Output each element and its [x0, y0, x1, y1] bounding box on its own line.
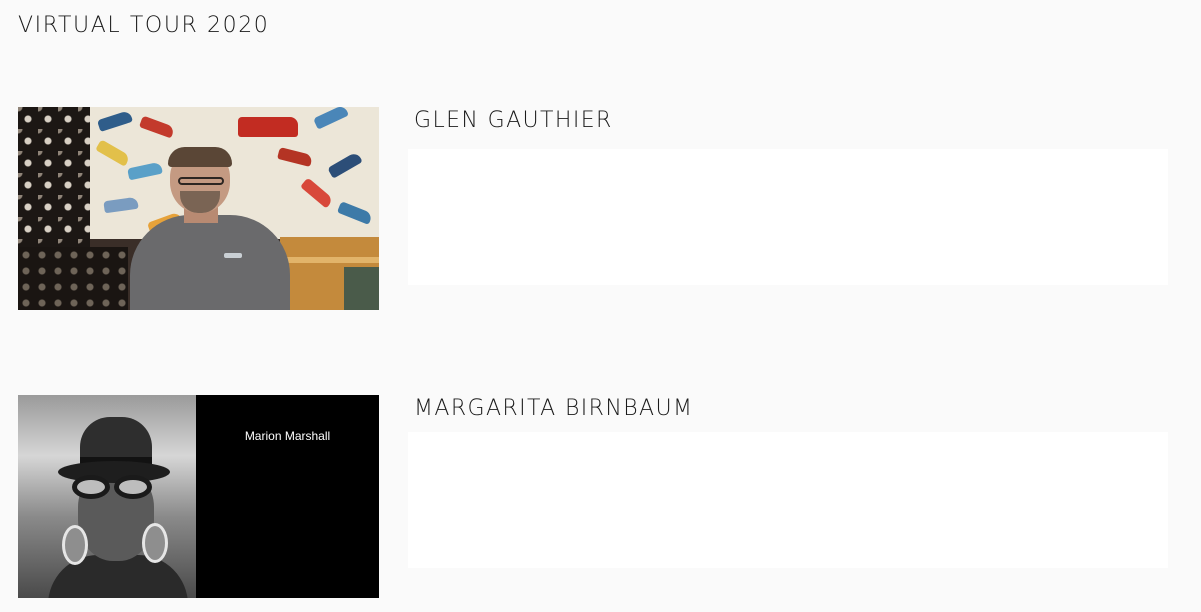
curtain-lower	[18, 247, 128, 310]
thumbnail-caption: Marion Marshall	[244, 429, 331, 443]
person-torso	[130, 215, 290, 310]
shirt-pocket	[224, 253, 242, 258]
glasses-left-lens	[72, 475, 110, 499]
name-card-background	[196, 395, 379, 598]
video-thumbnail-margarita-birnbaum[interactable]: Marion Marshall	[18, 395, 379, 598]
page-title: VIRTUAL TOUR 2020	[18, 13, 270, 38]
glasses-right-lens	[114, 475, 152, 499]
easel-bar	[280, 257, 379, 263]
person-hair	[168, 147, 232, 167]
earring-left	[62, 525, 88, 565]
artist-description-panel	[408, 432, 1168, 568]
page: VIRTUAL TOUR 2020 GLEN GAUTHIER Marion M…	[0, 0, 1201, 612]
artist-name[interactable]: MARGARITA BIRNBAUM	[414, 395, 693, 423]
shelf	[344, 267, 379, 310]
earring-right	[142, 523, 168, 563]
artist-name[interactable]: GLEN GAUTHIER	[414, 107, 613, 135]
artist-description-panel	[408, 149, 1168, 285]
video-thumbnail-glen-gauthier[interactable]	[18, 107, 379, 310]
artist-entry: GLEN GAUTHIER	[18, 107, 1168, 310]
artist-entry: Marion Marshall MARGARITA BIRNBAUM	[18, 395, 1168, 598]
person-glasses	[178, 177, 224, 185]
